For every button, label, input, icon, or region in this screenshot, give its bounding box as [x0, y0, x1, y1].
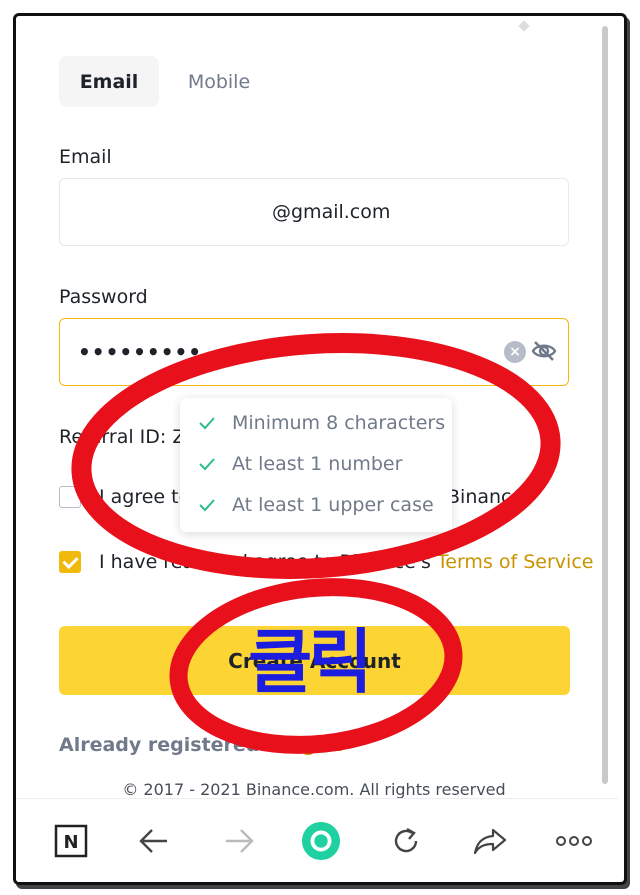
- scrollbar[interactable]: [602, 26, 608, 784]
- back-arrow-icon[interactable]: [134, 821, 174, 861]
- password-field[interactable]: ••••••••• ×: [59, 318, 569, 386]
- more-icon[interactable]: [554, 821, 594, 861]
- agreement-1-right-text: Binance: [447, 486, 524, 508]
- password-value: •••••••••: [78, 340, 203, 364]
- tab-mobile[interactable]: Mobile: [169, 56, 269, 107]
- password-label: Password: [59, 286, 148, 308]
- share-icon[interactable]: [470, 821, 510, 861]
- notion-icon[interactable]: N: [51, 821, 91, 861]
- referral-toggle[interactable]: Referral ID: Z: [59, 426, 185, 448]
- home-circle-icon[interactable]: [301, 821, 341, 861]
- requirement-text: At least 1 number: [232, 453, 403, 475]
- copyright: © 2017 - 2021 Binance.com. All rights re…: [122, 780, 506, 799]
- agreement-checkbox-1[interactable]: [59, 486, 81, 508]
- requirement-text: Minimum 8 characters: [232, 412, 446, 434]
- check-icon: [199, 458, 215, 471]
- requirement-item: At least 1 upper case: [198, 494, 434, 516]
- svg-text:N: N: [63, 832, 78, 853]
- email-field[interactable]: @gmail.com: [59, 178, 569, 246]
- scroll-indicator-dot: [518, 20, 530, 32]
- check-icon: [199, 499, 215, 512]
- requirement-item: At least 1 number: [198, 453, 402, 475]
- agreement-2-text: I have read and agree to Binance's: [99, 551, 431, 573]
- login-prompt-text: Already registered?: [59, 734, 271, 756]
- signup-form: Email Mobile Email @gmail.com Password •…: [16, 16, 612, 799]
- tab-email[interactable]: Email: [59, 56, 159, 107]
- check-icon: [199, 417, 215, 430]
- requirement-item: Minimum 8 characters: [198, 412, 445, 434]
- reload-icon[interactable]: [386, 821, 426, 861]
- agreement-1-text: I agree to: [99, 486, 191, 508]
- clear-icon[interactable]: ×: [504, 341, 526, 363]
- password-requirements-tooltip: Minimum 8 characters At least 1 number A…: [180, 398, 452, 532]
- agreement-checkbox-2[interactable]: [59, 551, 81, 573]
- terms-of-service-link[interactable]: Terms of Service: [437, 551, 594, 573]
- browser-bottom-bar: N: [16, 798, 618, 882]
- login-link[interactable]: Log In: [277, 734, 343, 756]
- agreement-row-2: I have read and agree to Binance's Terms…: [59, 551, 593, 573]
- annotation-click-label: 클릭: [248, 621, 373, 703]
- forward-arrow-icon[interactable]: [219, 821, 259, 861]
- phone-screen: Email Mobile Email @gmail.com Password •…: [13, 13, 627, 885]
- email-label: Email: [59, 146, 112, 168]
- eye-off-icon[interactable]: [530, 337, 558, 365]
- email-value: @gmail.com: [272, 201, 391, 223]
- login-prompt: Already registered? Log In: [59, 734, 343, 756]
- requirement-text: At least 1 upper case: [232, 494, 434, 516]
- signup-tabs: Email Mobile: [59, 56, 269, 107]
